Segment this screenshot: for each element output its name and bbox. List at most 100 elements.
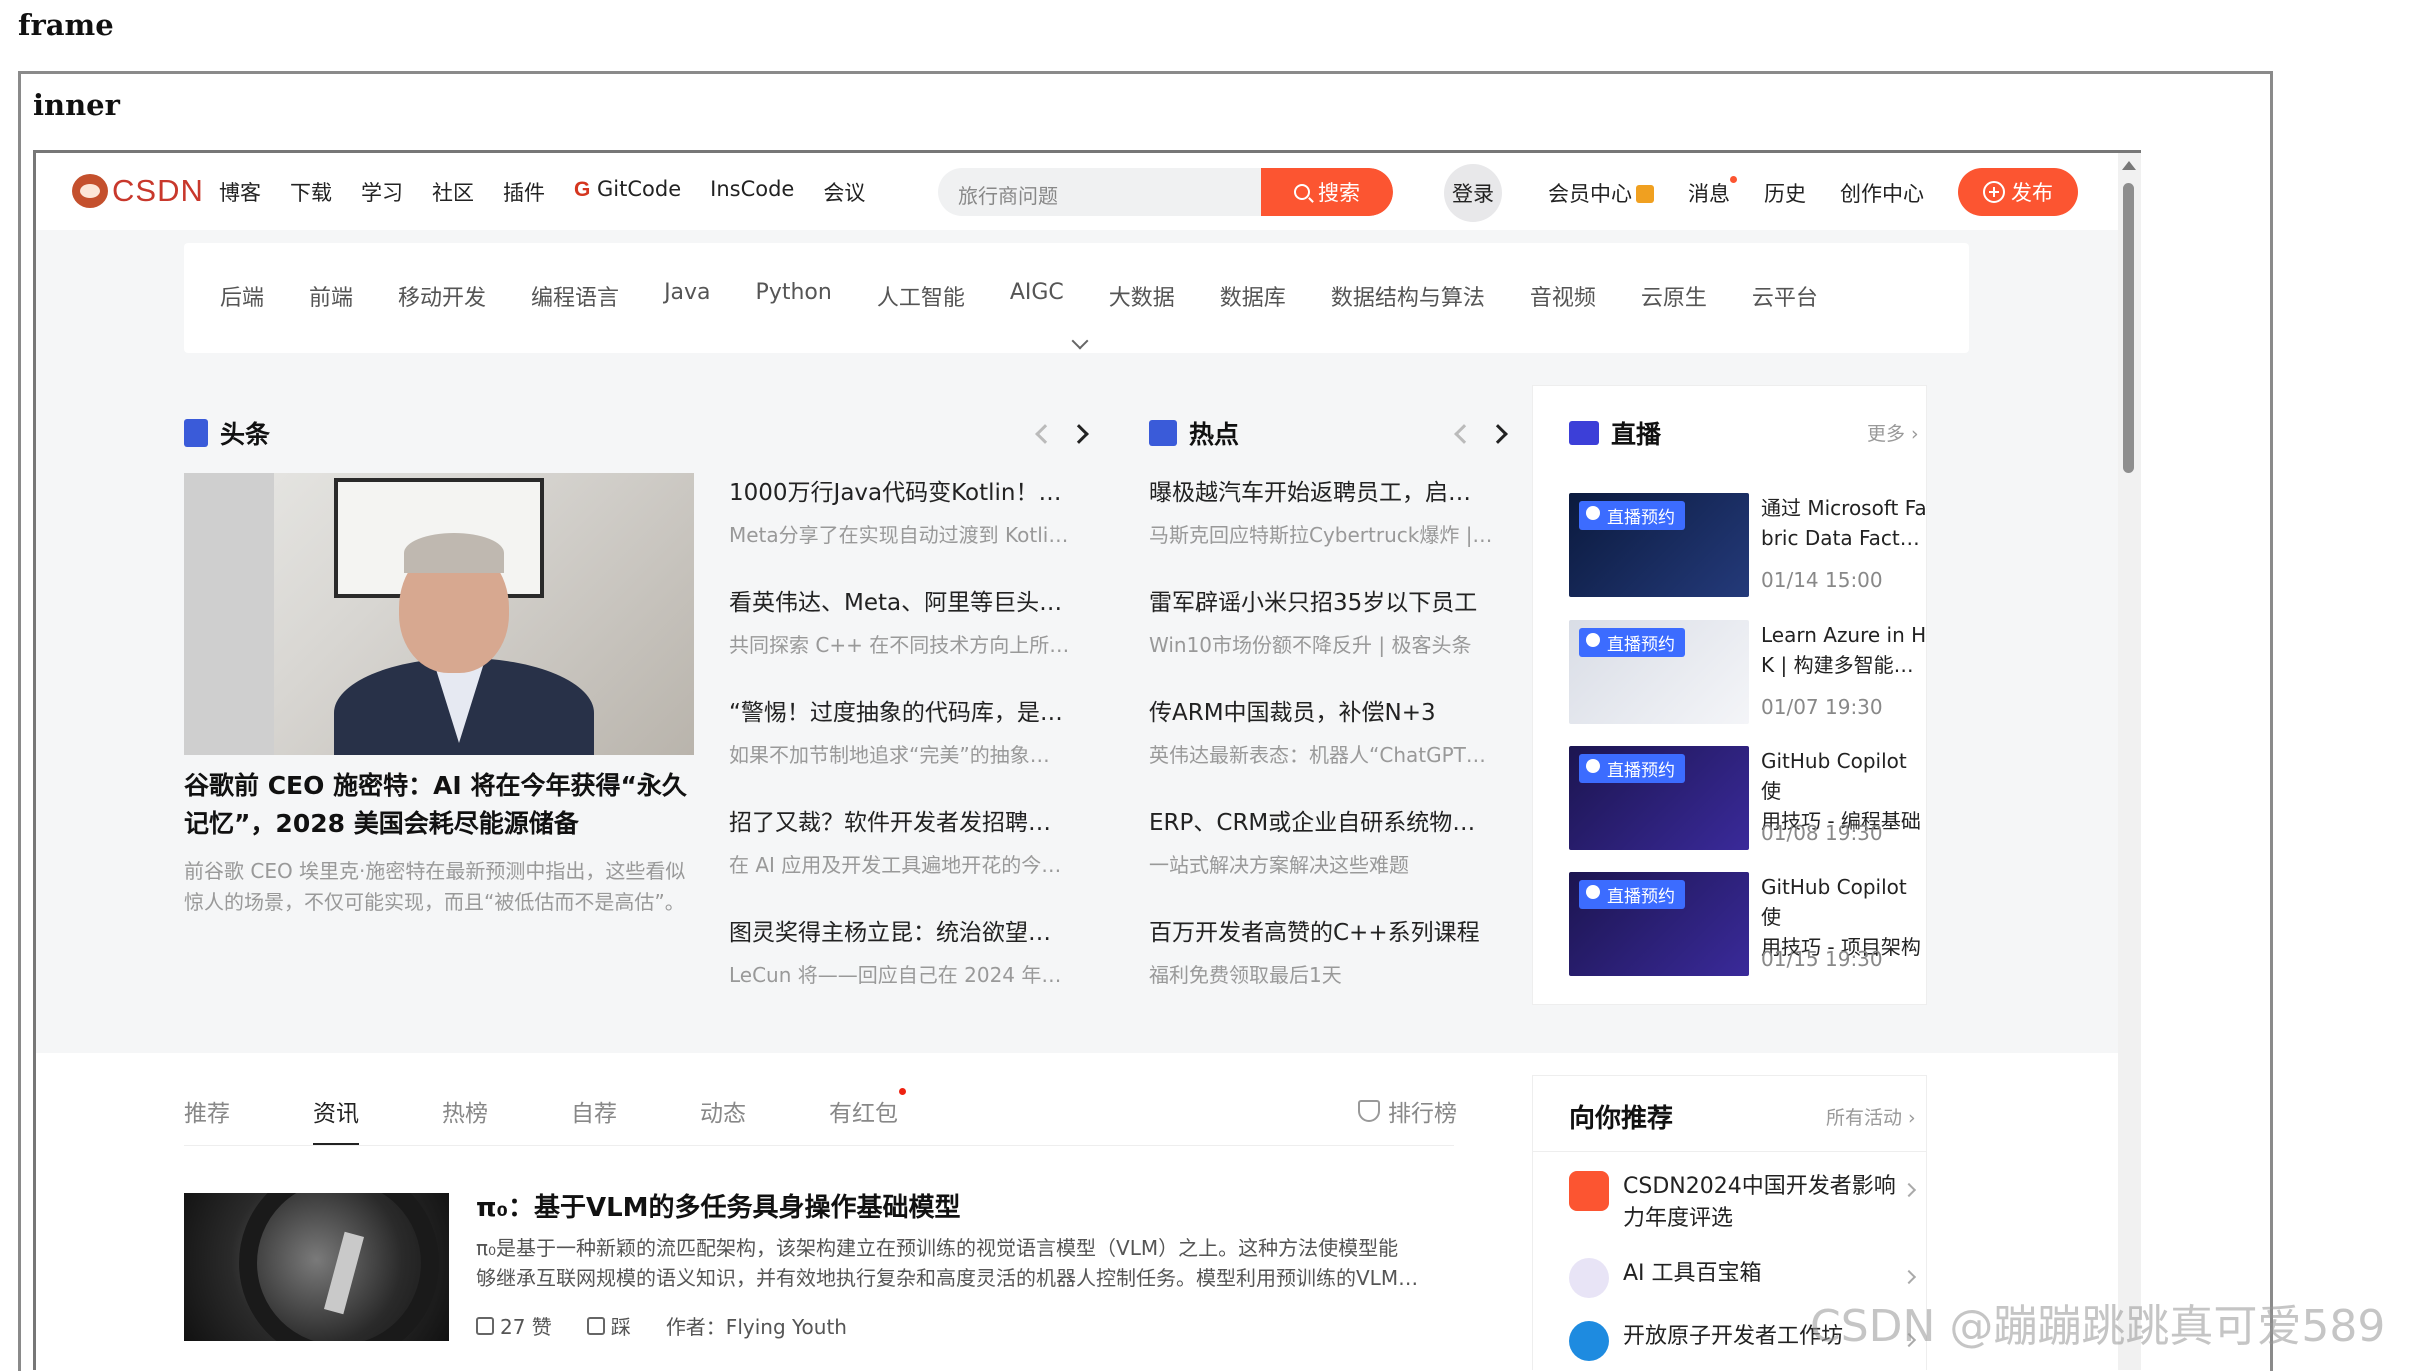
tab-hot[interactable]: 热榜 bbox=[442, 1094, 488, 1128]
search-box[interactable]: 旅行商问题 搜索 bbox=[938, 168, 1393, 216]
item-desc: 马斯克回应特斯拉Cybertruck爆炸 |… bbox=[1149, 523, 1493, 547]
article-desc-line2: 够继承互联网规模的语义知识，并有效地执行复杂和高度灵活的机器人控制任务。模型利用… bbox=[476, 1266, 1419, 1290]
live-thumbnail: 直播预约 bbox=[1569, 493, 1749, 597]
all-activities-link[interactable]: 所有活动 › bbox=[1826, 1103, 1916, 1130]
gift-icon bbox=[1636, 185, 1654, 203]
all-activities-label: 所有活动 bbox=[1826, 1107, 1903, 1129]
nav-community[interactable]: 社区 bbox=[432, 177, 474, 207]
list-item[interactable]: 曝极越汽车开始返聘员工，启… 马斯克回应特斯拉Cybertruck爆炸 |… bbox=[1149, 473, 1494, 583]
publish-button[interactable]: 发布 bbox=[1958, 168, 2078, 216]
item-desc: 如果不加节制地追求“完美”的抽象… bbox=[729, 743, 1050, 767]
nav-vip-label: 会员中心 bbox=[1548, 182, 1632, 206]
feed-tabs: 推荐 资讯 热榜 自荐 动态 有红包 bbox=[184, 1088, 981, 1146]
category-bar: 后端 前端 移动开发 编程语言 Java Python 人工智能 AIGC 大数… bbox=[184, 243, 1969, 353]
live-more-link[interactable]: 更多 › bbox=[1867, 419, 1919, 446]
nav-plugin[interactable]: 插件 bbox=[503, 177, 545, 207]
live-item[interactable]: 直播预约 GitHub Copilot 使用技巧 - 编程基础 01/08 19… bbox=[1569, 746, 1921, 850]
logo-text: CSDN bbox=[112, 173, 204, 208]
search-button[interactable]: 搜索 bbox=[1261, 168, 1393, 216]
item-desc: Meta分享了在实现自动过渡到 Kotli… bbox=[729, 523, 1069, 547]
live-item[interactable]: 直播预约 通过 Microsoft Fa bric Data Facto… 01/… bbox=[1569, 493, 1931, 597]
like-button[interactable]: 27 赞 bbox=[476, 1311, 552, 1340]
headline-image[interactable] bbox=[184, 473, 694, 755]
article-author[interactable]: 作者：Flying Youth bbox=[666, 1311, 847, 1340]
category-item[interactable]: 后端 bbox=[220, 280, 264, 312]
like-count: 27 赞 bbox=[500, 1315, 552, 1339]
nav-history[interactable]: 历史 bbox=[1764, 178, 1806, 208]
list-item[interactable]: 图灵奖得主杨立昆：统治欲望… LeCun 将——回应自己在 2024 年… bbox=[729, 913, 1074, 1023]
category-item[interactable]: 云平台 bbox=[1752, 280, 1818, 312]
list-item[interactable]: 招了又裁？软件开发者发招聘… 在 AI 应用及开发工具遍地开花的今… bbox=[729, 803, 1074, 913]
thumbs-up-icon bbox=[476, 1316, 494, 1335]
nav-download[interactable]: 下载 bbox=[290, 177, 332, 207]
list-item[interactable]: 1000万行Java代码变Kotlin！… Meta分享了在实现自动过渡到 Kot… bbox=[729, 473, 1074, 583]
nav-inscode[interactable]: InsCode bbox=[710, 177, 794, 207]
list-item[interactable]: 百万开发者高赞的C++系列课程 福利免费领取最后1天 bbox=[1149, 913, 1494, 1023]
nav-messages[interactable]: 消息 bbox=[1688, 176, 1737, 208]
live-more-label: 更多 bbox=[1867, 423, 1906, 445]
expand-chevron-icon[interactable] bbox=[1071, 332, 1089, 350]
article-desc: π₀是基于一种新颖的流匹配架构，该架构建立在预训练的视觉语言模型（VLM）之上。… bbox=[476, 1233, 1466, 1293]
list-item[interactable]: 看英伟达、Meta、阿里等巨头… 共同探索 C++ 在不同技术方向上所… bbox=[729, 583, 1074, 693]
recommend-item[interactable]: CSDN2024中国开发者影响力年度评选 bbox=[1569, 1171, 1917, 1235]
main-nav-links: 博客 下载 学习 社区 插件 G GitCode InsCode 会议 bbox=[219, 177, 894, 207]
category-item[interactable]: 人工智能 bbox=[877, 280, 965, 312]
category-item[interactable]: 大数据 bbox=[1109, 280, 1175, 312]
list-item[interactable]: “警惕！过度抽象的代码库，是… 如果不加节制地追求“完美”的抽象… bbox=[729, 693, 1074, 803]
next-arrow-icon[interactable] bbox=[1488, 424, 1508, 444]
category-item[interactable]: 音视频 bbox=[1530, 280, 1596, 312]
category-item[interactable]: 云原生 bbox=[1641, 280, 1707, 312]
trophy-icon bbox=[1358, 1100, 1380, 1122]
document-icon bbox=[184, 419, 208, 447]
category-item[interactable]: 数据结构与算法 bbox=[1331, 280, 1485, 312]
category-item[interactable]: 前端 bbox=[309, 280, 353, 312]
headlines-heading: 头条 bbox=[184, 415, 270, 451]
live-time: 01/07 19:30 bbox=[1761, 695, 1883, 719]
article-meta: 27 赞 踩 作者：Flying Youth bbox=[476, 1311, 882, 1340]
vertical-scrollbar[interactable] bbox=[2118, 153, 2141, 1370]
login-button[interactable]: 登录 bbox=[1444, 164, 1502, 222]
category-item[interactable]: Python bbox=[756, 280, 832, 312]
live-video-icon bbox=[1569, 421, 1599, 445]
nav-learn[interactable]: 学习 bbox=[361, 177, 403, 207]
prev-arrow-icon[interactable] bbox=[1035, 424, 1055, 444]
category-item[interactable]: AIGC bbox=[1010, 280, 1064, 312]
hot-list-icon bbox=[1149, 420, 1177, 446]
headline-main-desc: 前谷歌 CEO 埃里克·施密特在最新预测中指出，这些看似惊人的场景，不仅可能实现… bbox=[184, 859, 686, 914]
inner-label: inner bbox=[33, 88, 120, 122]
list-item[interactable]: 传ARM中国裁员，补偿N+3 英伟达最新表态：机器人“ChatGPT… bbox=[1149, 693, 1494, 803]
list-item[interactable]: 雷军辟谣小米只招35岁以下员工 Win10市场份额不降反升 | 极客头条 bbox=[1149, 583, 1494, 693]
headline-main-title[interactable]: 谷歌前 CEO 施密特：AI 将在今年获得“永久记忆”，2028 美国会耗尽能源… bbox=[184, 767, 704, 843]
tab-news[interactable]: 资讯 bbox=[313, 1094, 359, 1146]
tab-self-recommend[interactable]: 自荐 bbox=[571, 1094, 617, 1128]
article-title[interactable]: π₀：基于VLM的多任务具身操作基础模型 bbox=[476, 1187, 961, 1224]
prev-arrow-icon[interactable] bbox=[1454, 424, 1474, 444]
item-title: 图灵奖得主杨立昆：统治欲望… bbox=[729, 920, 1051, 946]
nav-creation-center[interactable]: 创作中心 bbox=[1840, 178, 1924, 208]
list-item[interactable]: ERP、CRM或企业自研系统物… 一站式解决方案解决这些难题 bbox=[1149, 803, 1494, 913]
scroll-up-arrow-icon[interactable] bbox=[2122, 161, 2136, 170]
tab-red-packet[interactable]: 有红包 bbox=[829, 1088, 906, 1128]
category-item[interactable]: Java bbox=[664, 280, 710, 312]
category-item[interactable]: 移动开发 bbox=[398, 280, 486, 312]
thumbs-down-icon bbox=[586, 1316, 605, 1335]
tab-activity[interactable]: 动态 bbox=[700, 1094, 746, 1128]
nav-meeting[interactable]: 会议 bbox=[823, 177, 865, 207]
nav-vip-center[interactable]: 会员中心 bbox=[1548, 178, 1654, 208]
nav-blog[interactable]: 博客 bbox=[219, 177, 261, 207]
item-desc: 一站式解决方案解决这些难题 bbox=[1149, 853, 1409, 877]
category-item[interactable]: 编程语言 bbox=[531, 280, 619, 312]
category-item[interactable]: 数据库 bbox=[1220, 280, 1286, 312]
live-item[interactable]: 直播预约 Learn Azure in H K | 构建多智能… 01/07 19… bbox=[1569, 620, 1926, 724]
next-arrow-icon[interactable] bbox=[1069, 424, 1089, 444]
ranking-link[interactable]: 排行榜 bbox=[1358, 1094, 1457, 1128]
live-item[interactable]: 直播预约 GitHub Copilot 使用技巧 - 项目架构 01/15 19… bbox=[1569, 872, 1921, 976]
tab-recommend[interactable]: 推荐 bbox=[184, 1094, 230, 1128]
scrollbar-thumb[interactable] bbox=[2123, 183, 2134, 473]
search-icon bbox=[1294, 184, 1310, 200]
nav-gitcode[interactable]: G GitCode bbox=[574, 177, 681, 207]
search-input[interactable]: 旅行商问题 bbox=[958, 180, 1058, 209]
article-thumbnail[interactable] bbox=[184, 1193, 449, 1341]
csdn-logo[interactable]: CSDN bbox=[72, 173, 204, 209]
dislike-button[interactable]: 踩 bbox=[586, 1311, 631, 1340]
